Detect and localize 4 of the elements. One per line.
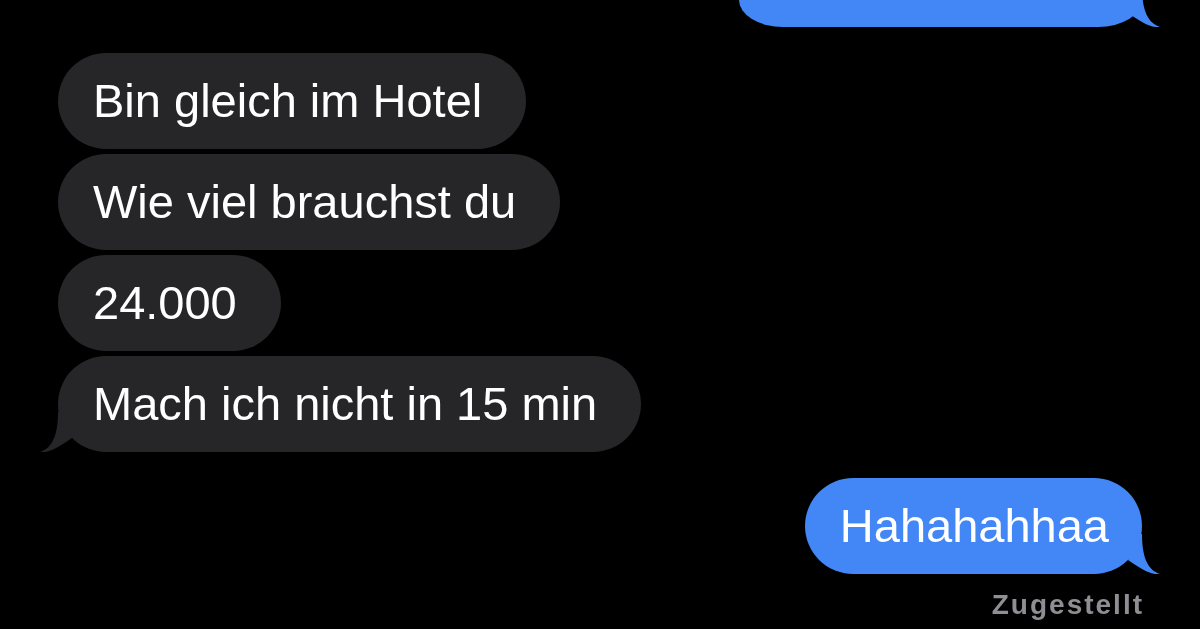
message-bubble: 24.000 [58,255,281,351]
delivery-status: Zugestellt [991,588,1144,622]
message-bubble: Bin gleich im Hotel [58,53,527,149]
message-bubble: Wie viel brauchst du [58,154,561,250]
